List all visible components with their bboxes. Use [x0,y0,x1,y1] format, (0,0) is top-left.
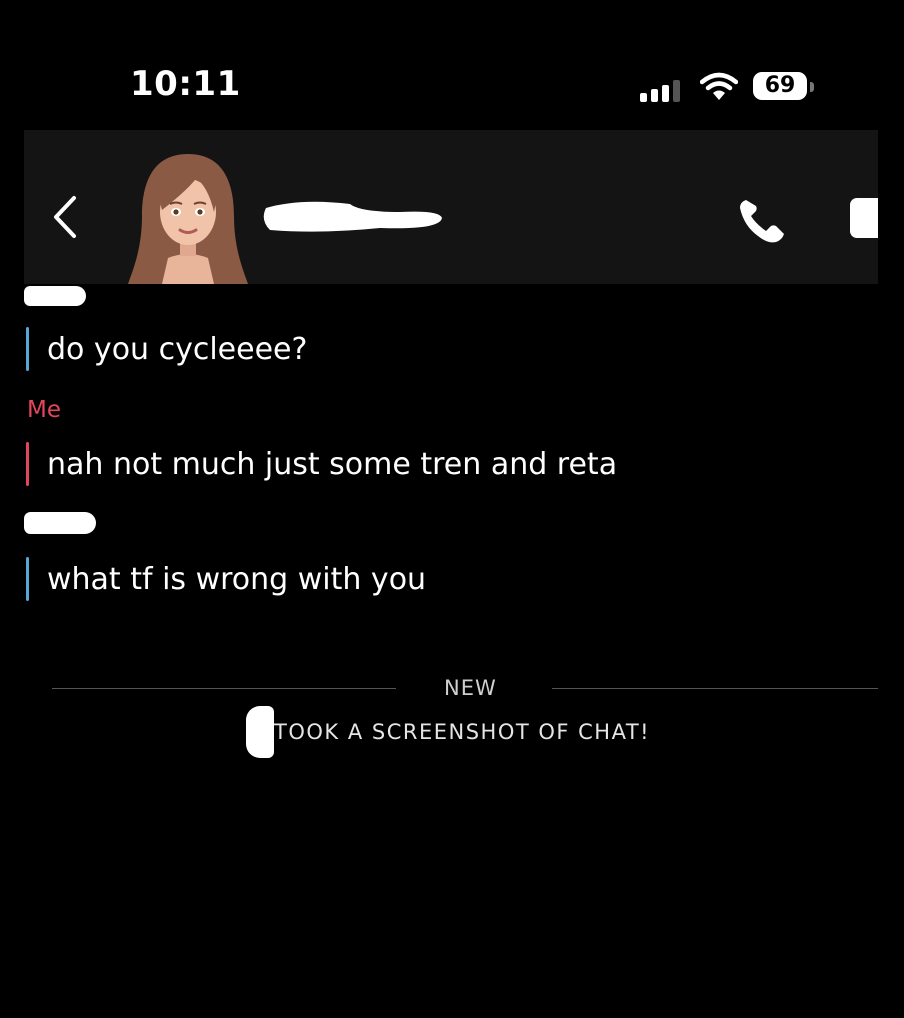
contact-name-redacted [263,201,442,232]
status-time: 10:11 [130,64,241,104]
chevron-left-icon[interactable] [46,190,82,244]
divider-line-left [52,688,396,689]
message-item: do you cycleeee? [26,327,307,371]
sender-name-redacted [24,512,96,534]
message-text[interactable]: nah not much just some tren and reta [47,447,617,482]
message-item: nah not much just some tren and reta [26,442,617,486]
chat-screen: 10:11 69 do you cycleeee? Me nah not muc… [0,0,904,1018]
chat-header [24,130,878,284]
new-divider-label: NEW [444,676,497,700]
sender-label-me: Me [27,397,61,423]
message-accent-bar [26,442,29,486]
video-icon[interactable] [850,198,878,238]
message-accent-bar [26,557,29,601]
divider-line-right [552,688,878,689]
message-text[interactable]: what tf is wrong with you [47,562,426,597]
notice-name-redacted [246,706,274,758]
avatar[interactable] [128,154,248,284]
screenshot-notice-text: TOOK A SCREENSHOT OF CHAT! [274,720,651,744]
cellular-signal-icon [640,80,684,102]
message-item: what tf is wrong with you [26,557,426,601]
phone-icon[interactable] [736,194,788,246]
wifi-icon [700,72,738,100]
screenshot-notice: TOOK A SCREENSHOT OF CHAT! [246,706,650,758]
message-text[interactable]: do you cycleeee? [47,332,307,367]
message-accent-bar [26,327,29,371]
battery-nub [810,82,814,92]
sender-name-redacted [24,286,86,306]
battery-indicator: 69 [753,72,807,100]
